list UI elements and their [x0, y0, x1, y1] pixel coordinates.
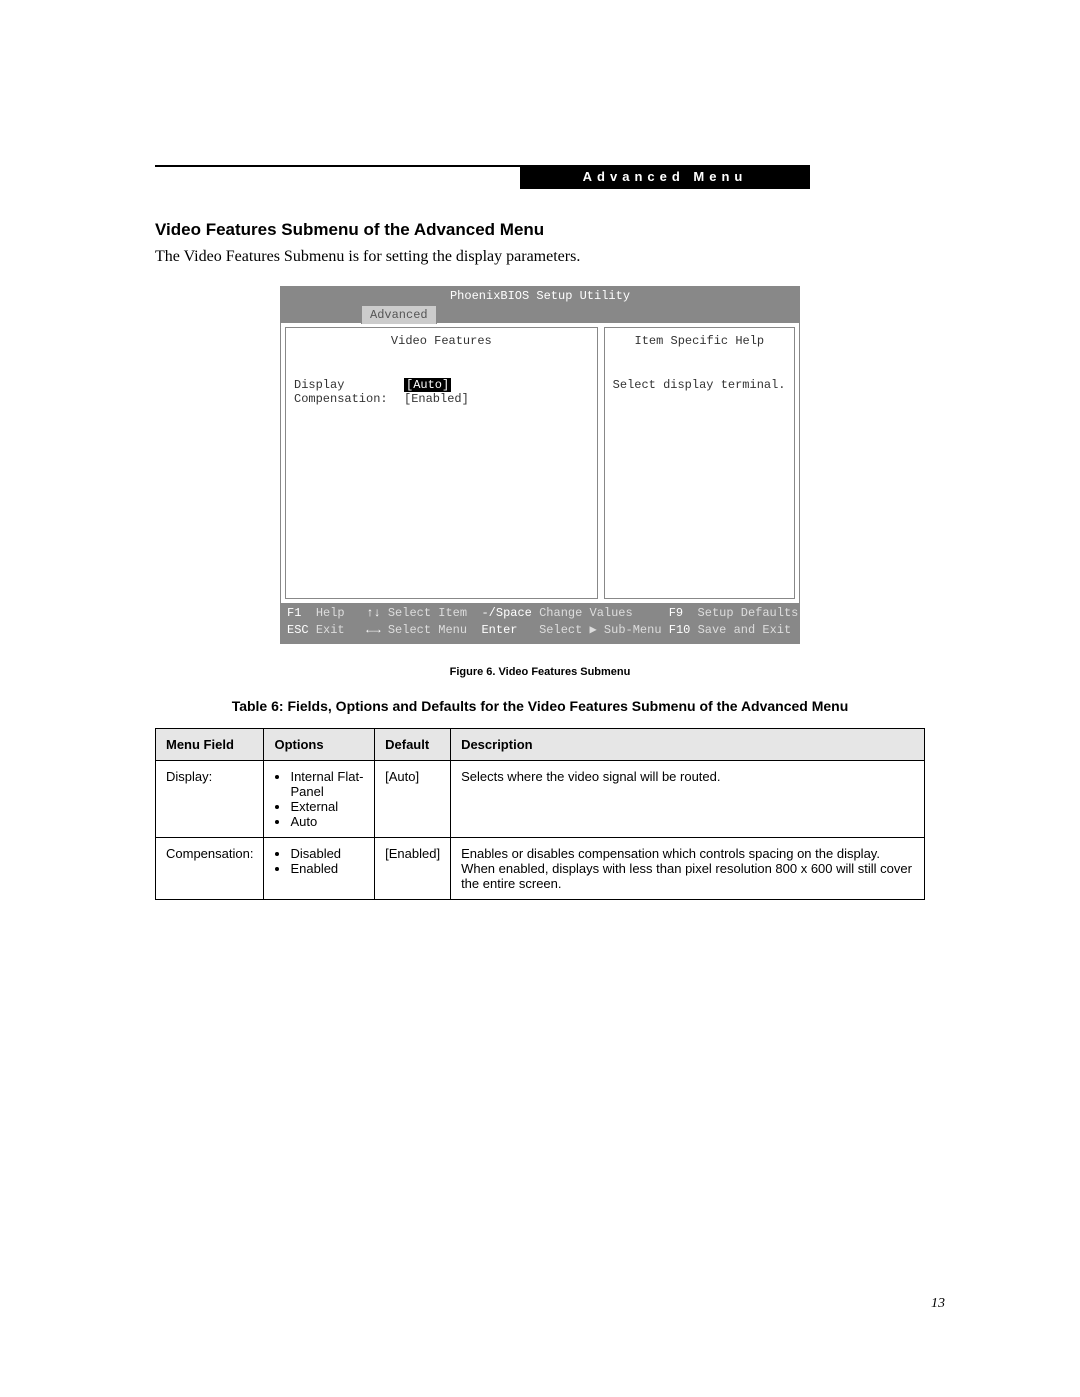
cell-field: Display: [156, 760, 264, 837]
section-title: Video Features Submenu of the Advanced M… [155, 220, 925, 240]
fields-table: Menu Field Options Default Description D… [155, 728, 925, 900]
bios-key-updown-label: Select Item [388, 605, 482, 622]
bios-key-space: -/Space [481, 605, 539, 622]
option-item: Enabled [290, 861, 364, 876]
cell-default: [Auto] [375, 760, 451, 837]
option-item: Internal Flat-Panel [290, 769, 364, 799]
bios-tab-advanced: Advanced [361, 305, 437, 324]
bios-key-f1: F1 [287, 605, 316, 622]
option-item: External [290, 799, 364, 814]
section-body: Video Features Submenu of the Advanced M… [155, 220, 925, 900]
document-page: Advanced Menu Video Features Submenu of … [0, 0, 1080, 1397]
cell-description: Enables or disables compensation which c… [451, 837, 925, 899]
bios-row-value: [Enabled] [404, 392, 469, 406]
bios-left-title: Video Features [294, 334, 589, 348]
bios-panel-left: Video Features Display [Auto] Compensati… [285, 327, 598, 599]
table-caption: Table 6: Fields, Options and Defaults fo… [155, 698, 925, 714]
bios-screenshot: PhoenixBIOS Setup Utility Advanced Video… [280, 286, 800, 644]
bios-right-title: Item Specific Help [613, 334, 786, 348]
cell-field: Compensation: [156, 837, 264, 899]
bios-key-space-label: Change Values [539, 605, 669, 622]
bios-row-value-selected: [Auto] [404, 378, 451, 392]
figure-caption: Figure 6. Video Features Submenu [155, 666, 925, 678]
bios-row-compensation: Compensation: [Enabled] [294, 392, 589, 406]
bios-key-f10: F10 [669, 622, 698, 639]
section-intro: The Video Features Submenu is for settin… [155, 248, 925, 266]
bios-key-enter-label: Select ▶ Sub-Menu [539, 622, 669, 639]
bios-tabbar: Advanced [281, 305, 799, 323]
table-header-row: Menu Field Options Default Description [156, 728, 925, 760]
bios-key-leftright: ←→ [366, 622, 388, 639]
page-number: 13 [931, 1296, 945, 1312]
bios-footer: F1 Help ↑↓ Select Item -/Space Change Va… [281, 603, 799, 643]
bios-key-f1-label: Help [316, 605, 366, 622]
bios-key-leftright-label: Select Menu [388, 622, 482, 639]
option-item: Auto [290, 814, 364, 829]
cell-description: Selects where the video signal will be r… [451, 760, 925, 837]
th-menu-field: Menu Field [156, 728, 264, 760]
section-badge: Advanced Menu [520, 165, 810, 189]
bios-help-text: Select display terminal. [613, 378, 786, 392]
bios-row-label: Display [294, 378, 404, 392]
bios-key-f10-label: Save and Exit [698, 622, 792, 639]
bios-key-esc: ESC [287, 622, 316, 639]
cell-default: [Enabled] [375, 837, 451, 899]
bios-key-f9-label: Setup Defaults [698, 605, 799, 622]
bios-key-enter: Enter [481, 622, 539, 639]
bios-panel-right: Item Specific Help Select display termin… [604, 327, 795, 599]
table-row: Compensation: Disabled Enabled [Enabled]… [156, 837, 925, 899]
bios-row-display: Display [Auto] [294, 378, 589, 392]
cell-options: Internal Flat-Panel External Auto [264, 760, 375, 837]
option-item: Disabled [290, 846, 364, 861]
th-options: Options [264, 728, 375, 760]
th-default: Default [375, 728, 451, 760]
table-row: Display: Internal Flat-Panel External Au… [156, 760, 925, 837]
bios-key-updown: ↑↓ [366, 605, 388, 622]
bios-key-esc-label: Exit [316, 622, 366, 639]
bios-key-f9: F9 [669, 605, 698, 622]
bios-row-label: Compensation: [294, 392, 404, 406]
th-description: Description [451, 728, 925, 760]
cell-options: Disabled Enabled [264, 837, 375, 899]
bios-title: PhoenixBIOS Setup Utility [281, 287, 799, 305]
